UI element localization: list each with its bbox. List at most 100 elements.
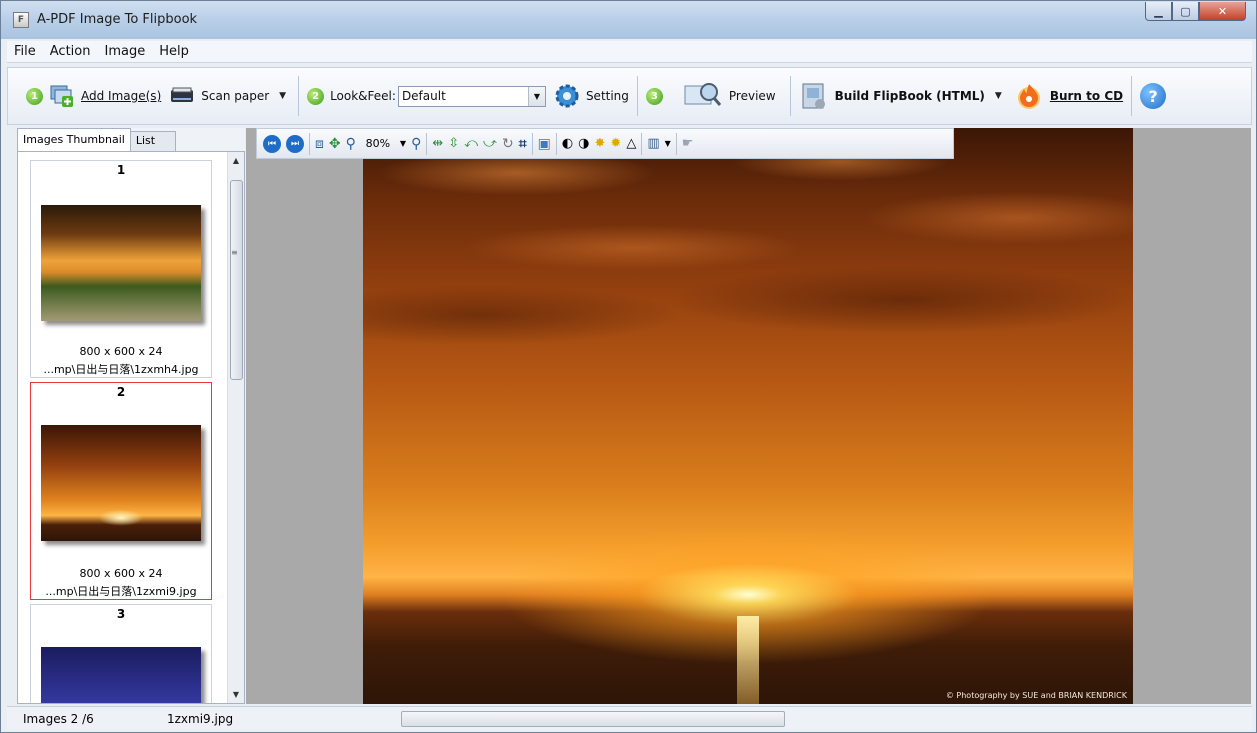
horizontal-scrollbar[interactable]	[401, 711, 785, 727]
layout-icon[interactable]: ▥	[647, 133, 659, 155]
toolbar-separator	[531, 132, 533, 155]
toolbar-separator	[298, 76, 300, 116]
select-tool-icon[interactable]: ☛	[682, 133, 694, 155]
help-button[interactable]: ?	[1136, 76, 1170, 116]
burn-cd-icon	[1017, 84, 1040, 109]
thumbnail-number: 2	[116, 385, 126, 399]
scan-dropdown-icon[interactable]: ▼	[279, 91, 286, 101]
thumbnail-image	[41, 647, 201, 703]
thumbnail-image	[41, 205, 201, 321]
photo-clouds	[363, 128, 1133, 503]
step-one-icon: 1	[26, 87, 43, 105]
rotate-icon[interactable]: ↻	[502, 133, 514, 155]
window-title: A-PDF Image To Flipbook	[37, 12, 198, 27]
zoom-level[interactable]: 80%	[361, 133, 395, 155]
main-photo: © Photography by SUE and BRIAN KENDRICK	[363, 128, 1133, 704]
save-image-icon[interactable]: ▣	[538, 133, 551, 155]
look-feel-value: Default	[401, 89, 446, 103]
burn-to-cd-button[interactable]: Burn to CD	[1010, 76, 1127, 116]
status-bar: Images 2 /6 1zxmi9.jpg	[7, 706, 1252, 730]
toolbar-separator	[1131, 76, 1133, 116]
sun-reflection	[737, 616, 759, 704]
menu-file[interactable]: File	[7, 44, 43, 59]
preview-magnifier-icon	[684, 83, 722, 106]
tab-images-thumbnail[interactable]: Images Thumbnail	[17, 128, 131, 151]
rotate-right-icon[interactable]: ⤻	[483, 133, 497, 155]
prev-image-icon[interactable]: ⏮	[263, 134, 281, 153]
image-count: Images 2 /6	[23, 712, 94, 726]
flip-horizontal-icon[interactable]: ⇹	[432, 133, 443, 155]
maximize-icon: ▢	[1180, 4, 1191, 18]
thumbnail-filename: ...mp\日出与日落\1zxmi9.jpg	[45, 585, 197, 598]
thumbnail-filename: ...mp\日出与日落\1zxmh4.jpg	[43, 363, 199, 376]
brightness-down-icon[interactable]: ✸	[595, 133, 606, 155]
setting-button[interactable]: Setting	[550, 76, 633, 116]
build-flipbook-icon	[802, 83, 825, 109]
toolbar-separator	[555, 132, 557, 155]
close-button[interactable]: ✕	[1199, 2, 1246, 21]
thumbnail-image	[41, 425, 201, 541]
toolbar-separator	[641, 132, 643, 155]
window-controls: ▁ ▢ ✕	[1145, 2, 1246, 21]
photo-credit: © Photography by SUE and BRIAN KENDRICK	[945, 691, 1127, 700]
zoom-in-icon[interactable]: ⚲	[346, 133, 356, 155]
minimize-icon: ▁	[1154, 4, 1163, 18]
preview-button[interactable]: 3 Preview	[642, 76, 780, 116]
actual-size-icon[interactable]: ✥	[329, 133, 341, 155]
gamma-icon[interactable]: △	[626, 133, 636, 155]
menu-action[interactable]: Action	[43, 44, 98, 59]
step-three-icon: 3	[645, 87, 663, 105]
scrollbar-thumb[interactable]	[230, 180, 243, 380]
contrast-down-icon[interactable]: ◐	[562, 133, 573, 155]
menu-bar: File Action Image Help	[7, 41, 1252, 63]
rotate-left-icon[interactable]: ⤺	[464, 133, 478, 155]
menu-image[interactable]: Image	[97, 44, 152, 59]
add-images-button[interactable]: 1 Add Image(s)	[22, 76, 165, 116]
close-icon: ✕	[1217, 4, 1228, 18]
thumbnail-item[interactable]: 1 800 x 600 x 24 ...mp\日出与日落\1zxmh4.jpg	[30, 160, 212, 378]
thumbnail-list[interactable]: 1 800 x 600 x 24 ...mp\日出与日落\1zxmh4.jpg …	[17, 151, 245, 704]
scan-paper-button[interactable]: Scan paper	[165, 76, 273, 116]
chevron-down-icon[interactable]: ▼	[527, 86, 545, 106]
maximize-button[interactable]: ▢	[1172, 2, 1199, 21]
scan-paper-label: Scan paper	[201, 89, 270, 103]
thumbnail-dimensions: 800 x 600 x 24	[79, 345, 163, 358]
minimize-button[interactable]: ▁	[1145, 2, 1172, 21]
contrast-up-icon[interactable]: ◑	[578, 133, 589, 155]
zoom-out-icon[interactable]: ⚲	[411, 133, 421, 155]
scanner-icon	[171, 87, 194, 102]
thumbnail-item-selected[interactable]: 2 800 x 600 x 24 ...mp\日出与日落\1zxmi9.jpg	[30, 382, 212, 600]
flip-vertical-icon[interactable]: ⇳	[448, 133, 459, 155]
main-toolbar: 1 Add Image(s) Scan paper ▼ 2 Look&Feel:	[7, 67, 1252, 125]
preview-label: Preview	[728, 89, 776, 103]
app-icon: F	[13, 12, 29, 28]
thumbnail-scrollbar[interactable]: ▲ ≡ ▼	[227, 152, 244, 703]
step-two-icon: 2	[307, 87, 325, 105]
thumbnail-number: 3	[116, 607, 126, 621]
look-feel-group: 2 Look&Feel: Default ▼	[303, 76, 550, 116]
next-image-icon[interactable]: ⏭	[286, 134, 304, 153]
help-icon: ?	[1140, 83, 1167, 109]
toolbar-separator	[675, 132, 677, 155]
thumbnail-item[interactable]: 3	[30, 604, 212, 703]
crop-icon[interactable]: ⌗	[519, 133, 527, 155]
thumbnail-panel: Images Thumbnail List 1 800 x 600 x 24 .…	[17, 128, 245, 704]
panel-tabs: Images Thumbnail List	[17, 128, 176, 151]
scroll-up-icon[interactable]: ▲	[228, 152, 244, 169]
build-flipbook-label: Build FlipBook (HTML)	[834, 89, 985, 103]
build-flipbook-button[interactable]: Build FlipBook (HTML)	[795, 76, 989, 116]
layout-dropdown-icon[interactable]: ▼	[665, 133, 671, 155]
menu-help[interactable]: Help	[152, 44, 196, 59]
scroll-down-icon[interactable]: ▼	[228, 686, 244, 703]
title-bar[interactable]: F A-PDF Image To Flipbook ▁ ▢ ✕	[1, 1, 1256, 39]
zoom-dropdown-icon[interactable]: ▼	[400, 133, 406, 155]
thumbnail-dimensions: 800 x 600 x 24	[79, 567, 163, 580]
add-images-label: Add Image(s)	[81, 89, 162, 103]
tab-list[interactable]: List	[129, 131, 176, 151]
brightness-up-icon[interactable]: ✹	[610, 133, 621, 155]
look-feel-select[interactable]: Default ▼	[397, 85, 546, 107]
fit-window-icon[interactable]: ⧈	[315, 133, 324, 155]
build-dropdown-icon[interactable]: ▼	[995, 91, 1002, 101]
look-feel-label: Look&Feel:	[330, 89, 396, 103]
scrollbar-grip-icon: ≡	[231, 248, 238, 257]
